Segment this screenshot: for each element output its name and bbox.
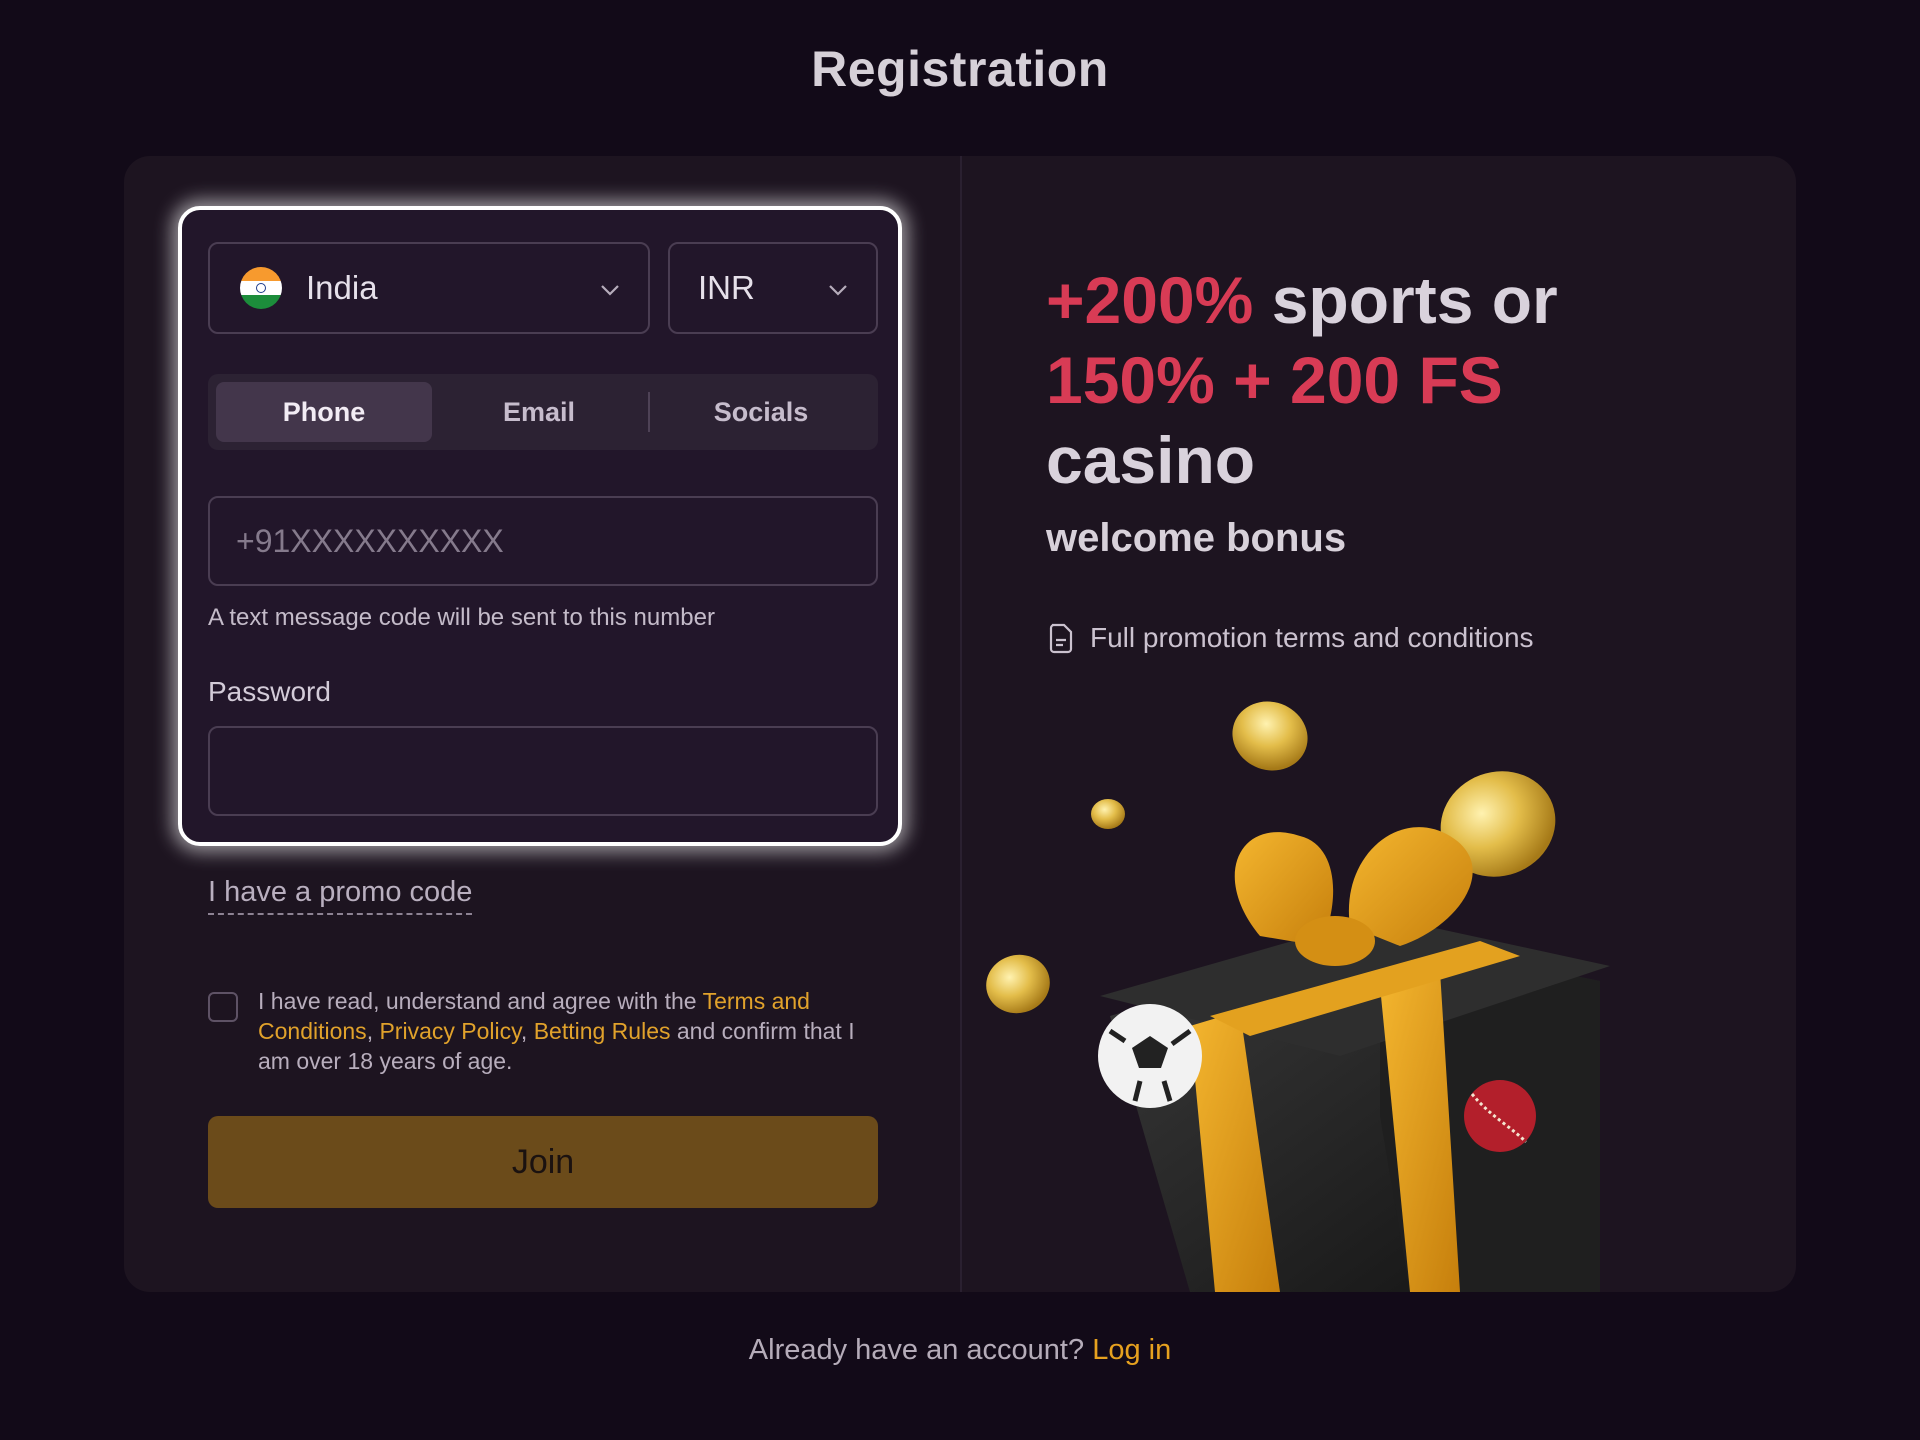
tab-email[interactable]: Email	[436, 382, 642, 442]
registration-method-tabs: Phone Email Socials	[208, 374, 878, 450]
phone-hint: A text message code will be sent to this…	[208, 604, 715, 631]
promo-line1-rest: sports or	[1271, 263, 1558, 337]
promo-line3: casino	[1046, 423, 1256, 497]
currency-value: INR	[698, 269, 755, 306]
registration-card: India INR Phone Email Socials A text mes…	[124, 156, 1796, 1292]
promo-code-link[interactable]: I have a promo code	[208, 876, 473, 915]
password-label: Password	[208, 676, 331, 707]
tab-socials[interactable]: Socials	[652, 382, 870, 442]
login-link[interactable]: Log in	[1092, 1334, 1171, 1366]
page-title: Registration	[811, 41, 1109, 97]
phone-input[interactable]	[208, 496, 878, 586]
india-flag-icon	[240, 267, 282, 309]
tab-separator	[648, 392, 650, 432]
chevron-down-icon	[598, 278, 622, 302]
agreement-prefix: I have read, understand and agree with t…	[258, 988, 697, 1014]
gift-box-with-coins-illustration	[960, 696, 1796, 1292]
privacy-policy-link[interactable]: Privacy Policy	[379, 1018, 520, 1044]
login-prompt: Already have an account? Log in	[0, 1334, 1920, 1367]
login-question: Already have an account?	[748, 1334, 1085, 1366]
country-select[interactable]: India	[208, 242, 650, 334]
promo-line2-accent: 150% + 200 FS	[1046, 343, 1503, 417]
currency-select[interactable]: INR	[668, 242, 878, 334]
promotion-terms-label: Full promotion terms and conditions	[1090, 622, 1534, 653]
agreement-text: I have read, understand and agree with t…	[258, 988, 855, 1074]
document-icon	[1049, 623, 1073, 654]
registration-form-highlight: India INR Phone Email Socials A text mes…	[178, 206, 902, 846]
password-input[interactable]	[208, 726, 878, 816]
country-value: India	[306, 269, 378, 306]
promo-headline: +200% sports or 150% + 200 FS casino	[1046, 260, 1706, 500]
join-button[interactable]: Join	[208, 1116, 878, 1208]
betting-rules-link[interactable]: Betting Rules	[534, 1018, 671, 1044]
welcome-bonus-label: welcome bonus	[1046, 516, 1347, 560]
chevron-down-icon	[826, 278, 850, 302]
promotion-terms-link[interactable]: Full promotion terms and conditions	[1046, 618, 1534, 658]
promo-line1-accent: +200%	[1046, 263, 1254, 337]
tab-phone[interactable]: Phone	[216, 382, 432, 442]
agree-checkbox[interactable]	[208, 992, 238, 1022]
